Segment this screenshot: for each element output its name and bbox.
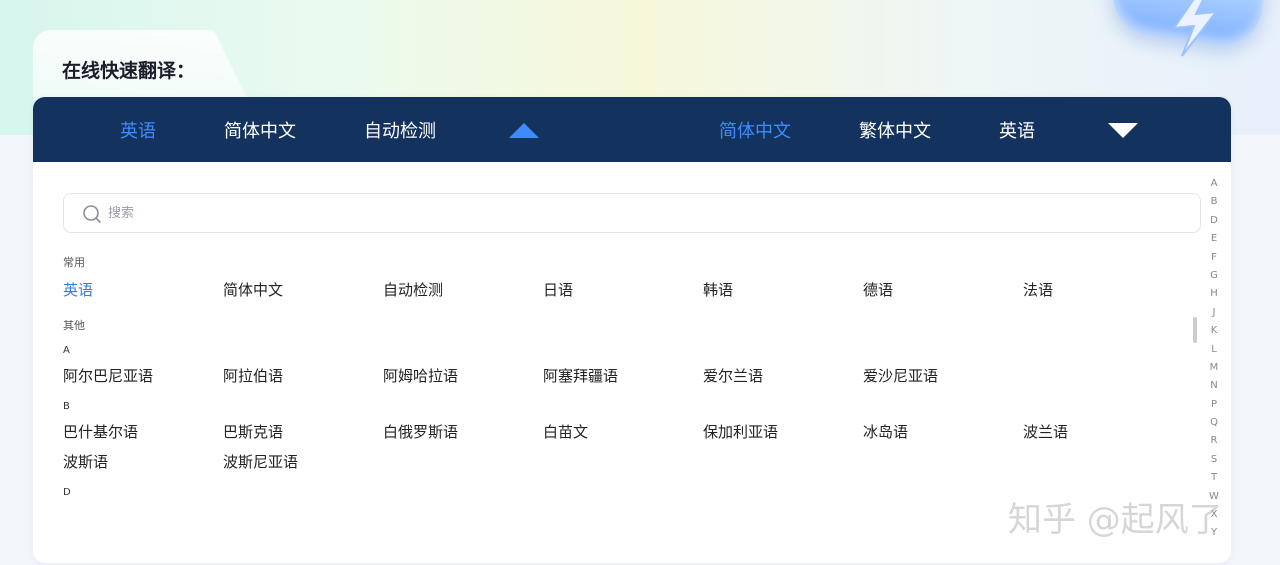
lang-bashkir[interactable]: 巴什基尔语 [63, 421, 138, 442]
alpha-index-letter[interactable]: M [1204, 359, 1224, 377]
source-dropdown-collapse-icon[interactable] [509, 123, 539, 138]
lang-basque[interactable]: 巴斯克语 [223, 421, 283, 442]
lang-amharic[interactable]: 阿姆哈拉语 [383, 365, 458, 386]
alpha-index-letter[interactable]: F [1204, 249, 1224, 267]
alpha-index-letter[interactable]: W [1204, 488, 1224, 506]
search-input[interactable] [108, 202, 1168, 224]
lang-bulgarian[interactable]: 保加利亚语 [703, 421, 778, 442]
alpha-index-letter[interactable]: S [1204, 451, 1224, 469]
target-tab-english[interactable]: 英语 [999, 117, 1035, 143]
alpha-index-letter[interactable]: K [1204, 322, 1224, 340]
alpha-index-letter[interactable]: N [1204, 377, 1224, 395]
page-title: 在线快速翻译： [62, 60, 196, 82]
lang-persian[interactable]: 波斯语 [63, 451, 108, 472]
lang-icelandic[interactable]: 冰岛语 [863, 421, 908, 442]
alpha-index-letter[interactable]: T [1204, 469, 1224, 487]
target-dropdown-expand-icon[interactable] [1108, 123, 1138, 138]
common-lang-french[interactable]: 法语 [1023, 279, 1053, 300]
target-tab-simplified-chinese[interactable]: 简体中文 [719, 117, 791, 143]
lang-azerbaijani[interactable]: 阿塞拜疆语 [543, 365, 618, 386]
lang-hmong-daw[interactable]: 白苗文 [543, 421, 588, 442]
letter-heading-a: A [63, 345, 70, 356]
source-tab-english[interactable]: 英语 [120, 117, 156, 143]
source-tab-simplified-chinese[interactable]: 简体中文 [224, 117, 296, 143]
common-lang-japanese[interactable]: 日语 [543, 279, 573, 300]
lang-albanian[interactable]: 阿尔巴尼亚语 [63, 365, 153, 386]
lightning-icon [1171, 0, 1219, 57]
common-lang-english[interactable]: 英语 [63, 279, 93, 300]
alpha-index-letter[interactable]: B [1204, 193, 1224, 211]
lang-polish[interactable]: 波兰语 [1023, 421, 1068, 442]
alpha-index-letter[interactable]: L [1204, 341, 1224, 359]
alpha-index-letter[interactable]: X [1204, 506, 1224, 524]
alpha-index-letter[interactable]: D [1204, 212, 1224, 230]
common-lang-german[interactable]: 德语 [863, 279, 893, 300]
alpha-index-letter[interactable]: J [1204, 304, 1224, 322]
common-lang-auto-detect[interactable]: 自动检测 [383, 279, 443, 300]
alpha-index-letter[interactable]: Y [1204, 524, 1224, 542]
letter-heading-b: B [63, 401, 70, 412]
translation-language-card: 英语 简体中文 自动检测 简体中文 繁体中文 英语 常用 英语 简体中文 自动检… [33, 97, 1231, 563]
alpha-index-letter[interactable]: R [1204, 432, 1224, 450]
letter-heading-d: D [63, 487, 71, 498]
lang-estonian[interactable]: 爱沙尼亚语 [863, 365, 938, 386]
common-section-label: 常用 [63, 256, 85, 269]
language-search-box[interactable] [63, 193, 1201, 233]
alpha-index-letter[interactable]: E [1204, 230, 1224, 248]
others-section-label: 其他 [63, 319, 85, 332]
scrollbar-thumb[interactable] [1193, 317, 1197, 343]
alpha-index-letter[interactable]: A [1204, 175, 1224, 193]
common-lang-korean[interactable]: 韩语 [703, 279, 733, 300]
lang-arabic[interactable]: 阿拉伯语 [223, 365, 283, 386]
alpha-index-letter[interactable]: H [1204, 285, 1224, 303]
alpha-index-letter[interactable]: G [1204, 267, 1224, 285]
lang-bosnian[interactable]: 波斯尼亚语 [223, 451, 298, 472]
lang-belarusian[interactable]: 白俄罗斯语 [383, 421, 458, 442]
source-tab-auto-detect[interactable]: 自动检测 [364, 117, 436, 143]
alpha-index-letter[interactable]: Q [1204, 414, 1224, 432]
language-bar: 英语 简体中文 自动检测 简体中文 繁体中文 英语 [33, 97, 1231, 162]
alpha-index-letter[interactable]: P [1204, 396, 1224, 414]
alphabet-index: A B D E F G H J K L M N P Q R S T W X Y [1204, 175, 1224, 543]
common-lang-simplified-chinese[interactable]: 简体中文 [223, 279, 283, 300]
lang-irish[interactable]: 爱尔兰语 [703, 365, 763, 386]
search-icon [83, 205, 101, 223]
target-tab-traditional-chinese[interactable]: 繁体中文 [859, 117, 931, 143]
